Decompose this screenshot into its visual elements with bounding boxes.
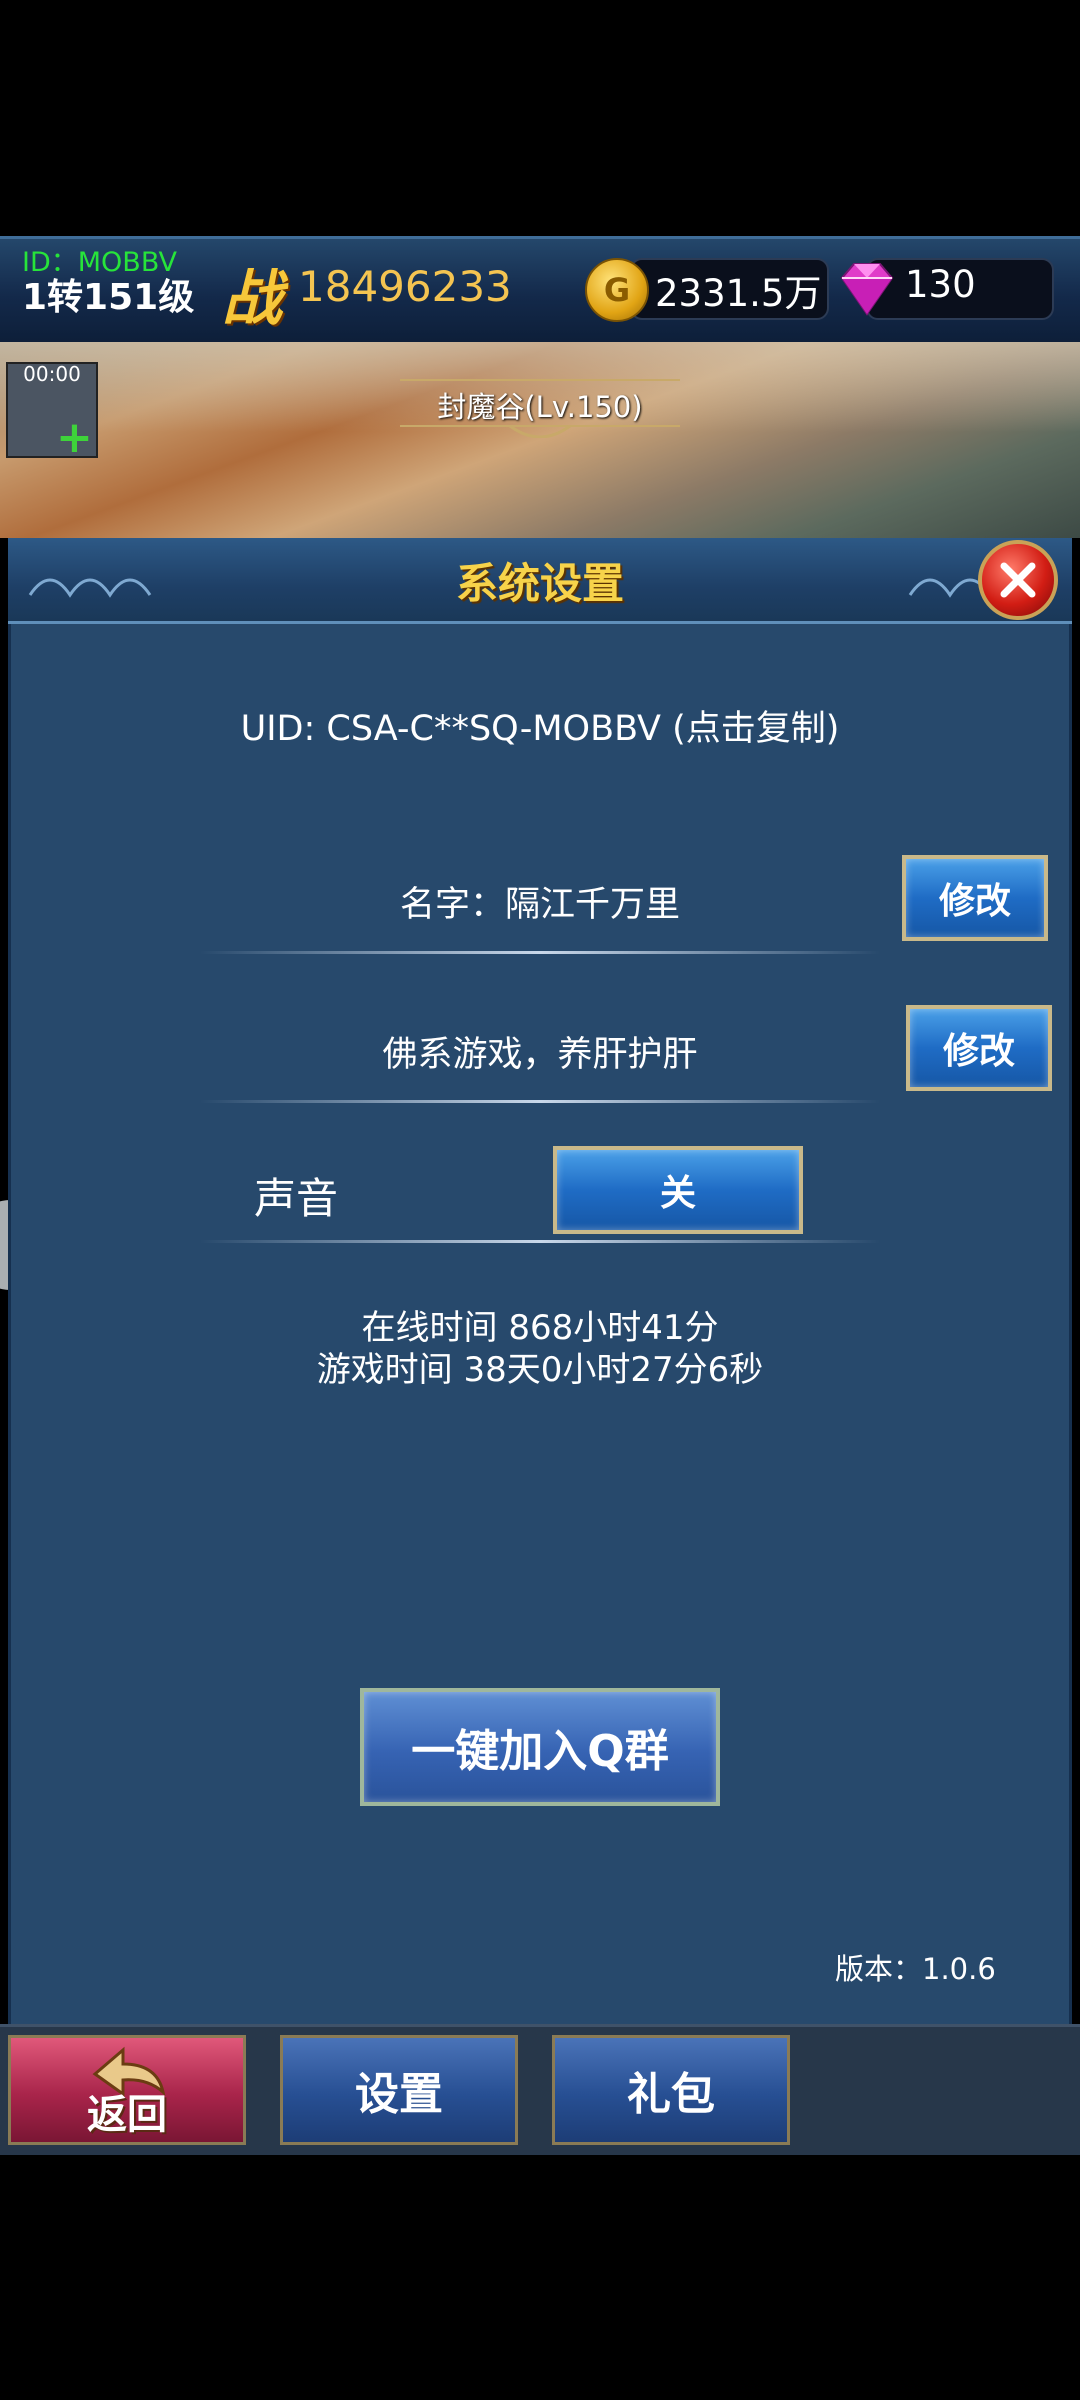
version-label: 版本：1.0.6 [835, 1952, 996, 1986]
diamond-gem-icon [840, 263, 894, 316]
uid-copy-text[interactable]: UID: CSA-C**SQ-MOBBV (点击复制) [0, 700, 1080, 751]
close-icon [1000, 562, 1036, 598]
gold-value: 2331.5万 [655, 272, 822, 315]
edit-motto-button[interactable]: 修改 [906, 1005, 1052, 1091]
power-icon: 战 [222, 264, 282, 334]
divider [200, 1240, 880, 1243]
divider [200, 951, 880, 954]
divider [200, 1100, 880, 1103]
add-buff-icon[interactable]: + [56, 416, 93, 460]
gold-coin-icon: G [585, 258, 649, 322]
settings-tab[interactable]: 设置 [280, 2035, 518, 2145]
gift-pack-tab[interactable]: 礼包 [552, 2035, 790, 2145]
gem-value: 130 [905, 263, 976, 306]
close-button[interactable] [978, 540, 1058, 620]
play-time: 游戏时间 38天0小时27分6秒 [316, 1350, 764, 1390]
panel-title: 系统设置 [455, 559, 624, 608]
map-name: 封魔谷(Lv.150) [437, 390, 643, 424]
sound-toggle-button[interactable]: 关 [553, 1146, 803, 1234]
power-value: 18496233 [298, 262, 512, 311]
player-level: 1转151级 [22, 277, 195, 318]
buff-timer: 00:00 [23, 362, 81, 386]
edit-name-button[interactable]: 修改 [902, 855, 1048, 941]
sound-label: 声音 [254, 1174, 339, 1223]
join-qq-group-button[interactable]: 一键加入Q群 [360, 1688, 720, 1806]
back-label: 返回 [87, 2091, 167, 2138]
